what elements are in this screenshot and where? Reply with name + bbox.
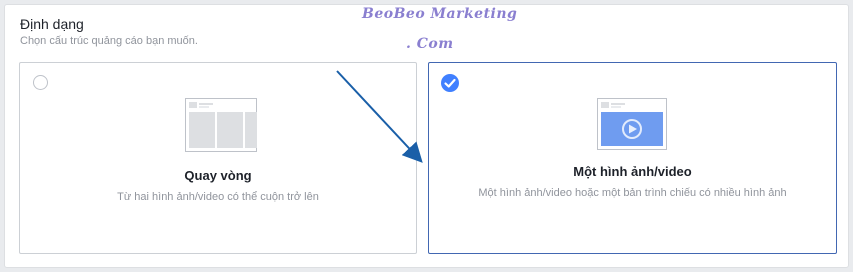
section-subtitle: Chọn cấu trúc quảng cáo bạn muốn. xyxy=(20,35,198,47)
format-option-carousel[interactable]: Quay vòng Từ hai hình ảnh/video có thể c… xyxy=(19,62,417,254)
watermark-text: . Com xyxy=(406,36,454,52)
checkmark-selected-icon[interactable] xyxy=(441,74,459,92)
section-title: Định dạng xyxy=(20,16,84,32)
format-option-single-image-video[interactable]: Một hình ảnh/video Một hình ảnh/video ho… xyxy=(428,62,837,254)
format-title: Một hình ảnh/video xyxy=(573,164,692,179)
format-description: Một hình ảnh/video hoặc một bản trình ch… xyxy=(478,187,787,199)
watermark-text: BeoBeo Marketing xyxy=(362,6,518,22)
single-image-video-preview-icon xyxy=(597,98,667,150)
carousel-preview-icon xyxy=(185,98,257,152)
format-title: Quay vòng xyxy=(184,168,252,183)
format-description: Từ hai hình ảnh/video có thể cuộn trở lê… xyxy=(117,191,319,203)
radio-unselected-icon[interactable] xyxy=(33,75,48,90)
